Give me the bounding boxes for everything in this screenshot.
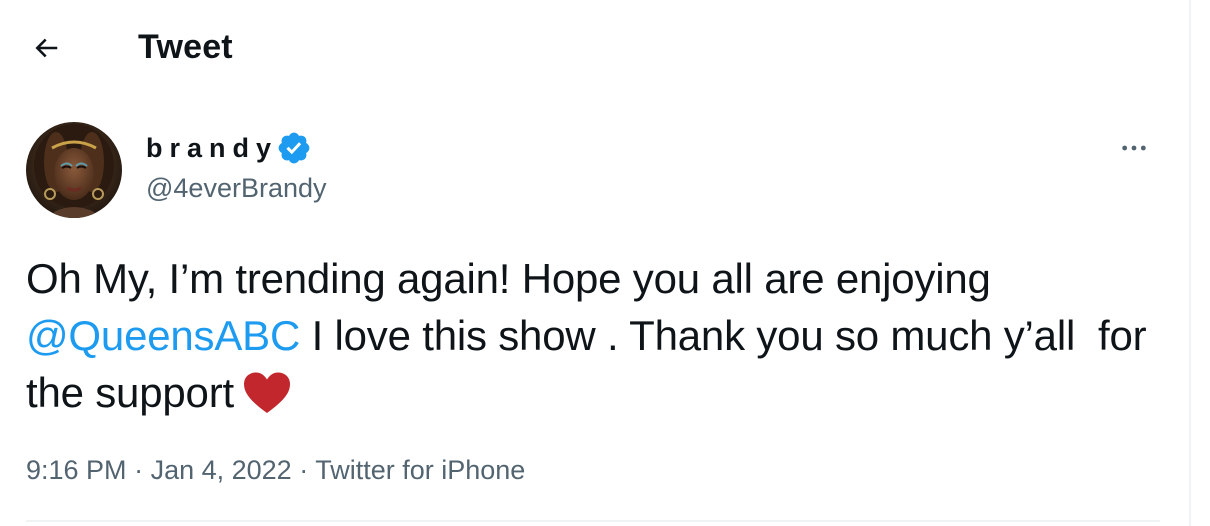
tweet-source[interactable]: Twitter for iPhone [315,455,525,485]
tweet-text-part1: Oh My, I’m trending again! Hope you all … [26,255,1003,302]
avatar-image [26,122,122,218]
page-title: Tweet [138,28,233,66]
author-name-row[interactable]: brandy [146,126,312,170]
tweet-meta: 9:16 PM · Jan 4, 2022 · Twitter for iPho… [26,452,525,488]
author-handle[interactable]: @4everBrandy [146,170,327,206]
divider [26,520,1160,522]
meta-separator: · [126,455,151,485]
tweet-text: Oh My, I’m trending again! Hope you all … [26,250,1166,421]
heart-emoji-icon [242,371,292,415]
page-header: Tweet [0,0,1189,96]
tweet-date[interactable]: Jan 4, 2022 [151,455,292,485]
verified-badge-icon [276,130,312,166]
more-options-icon [1122,145,1146,151]
back-button[interactable] [24,26,68,70]
arrow-left-icon [35,38,58,58]
avatar[interactable] [26,122,122,218]
tweet-time[interactable]: 9:16 PM [26,455,127,485]
meta-separator-2: · [291,455,316,485]
mention-link[interactable]: @QueensABC [26,312,300,359]
more-options-button[interactable] [1112,126,1156,170]
author-display-name: brandy [146,133,279,163]
column-border [1189,0,1191,526]
